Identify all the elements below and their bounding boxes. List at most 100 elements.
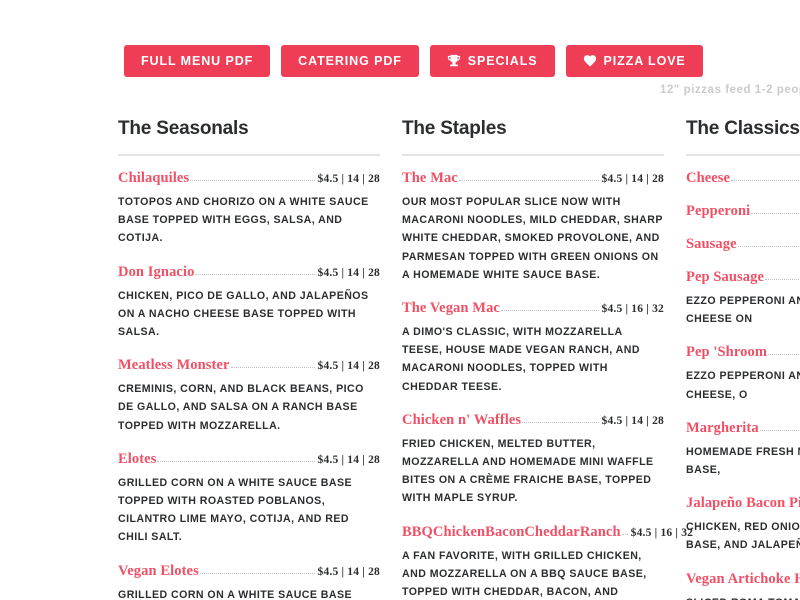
menu-item-name[interactable]: Don Ignacio bbox=[118, 264, 194, 281]
pizza-love-button[interactable]: Pizza Love bbox=[565, 45, 703, 77]
menu-item: Chicken n' Waffles $4.5 | 14 | 28 Fried ch… bbox=[402, 412, 664, 508]
menu-item-description: Grilled corn on a white sauce base toppe… bbox=[118, 476, 353, 544]
menu-item-header[interactable]: Pepperoni bbox=[686, 203, 800, 220]
menu-item-header[interactable]: Elotes $4.5 | 14 | 28 bbox=[118, 451, 380, 468]
menu-item: Don Ignacio $4.5 | 14 | 28 Chicken, pico d… bbox=[118, 264, 380, 342]
specials-button[interactable]: Specials bbox=[429, 45, 555, 77]
menu-item-header[interactable]: Chilaquiles $4.5 | 14 | 28 bbox=[118, 170, 380, 187]
menu-item-price: $4.5 | 16 | 32 bbox=[601, 302, 664, 315]
menu-item-header[interactable]: Jalapeño Bacon Pinea bbox=[686, 495, 800, 512]
menu-item: Cheese bbox=[686, 170, 800, 187]
column-divider bbox=[402, 153, 664, 156]
menu-item-price: $4.5 | 14 | 28 bbox=[317, 172, 380, 185]
menu-item: Meatless Monster $4.5 | 14 | 28 Creminis, … bbox=[118, 357, 380, 435]
menu-item-header[interactable]: Pep 'Shroom bbox=[686, 344, 800, 361]
menu-item: Pep Sausage Ezzo pepperoni and h mozzarel… bbox=[686, 269, 800, 328]
menu-item-name[interactable]: Elotes bbox=[118, 451, 156, 468]
column-divider bbox=[686, 153, 800, 156]
pizza-love-label: Pizza Love bbox=[603, 53, 686, 68]
menu-page: Full Menu PDF Catering PDF Specials Pizz… bbox=[0, 0, 800, 600]
menu-item-description: Totopos and chorizo on a white sauce bas… bbox=[118, 195, 369, 245]
dotted-leader bbox=[195, 273, 315, 275]
menu-item-name[interactable]: Vegan Elotes bbox=[118, 563, 199, 580]
menu-item: Sausage bbox=[686, 236, 800, 253]
menu-item-header[interactable]: Vegan Elotes $4.5 | 14 | 28 bbox=[118, 563, 380, 580]
heart-icon bbox=[583, 54, 597, 68]
column-title: The Staples bbox=[402, 118, 507, 139]
menu-item-price: $4.5 | 16 | 32 bbox=[630, 526, 694, 539]
dotted-leader bbox=[199, 572, 315, 574]
catering-pdf-label: Catering PDF bbox=[298, 53, 402, 68]
menu-item: Jalapeño Bacon Pinea Chicken, red onions,… bbox=[686, 495, 800, 554]
menu-item: Margherita Homemade fresh moz on a marina… bbox=[686, 420, 800, 479]
menu-item-price: $4.5 | 14 | 28 bbox=[601, 172, 664, 185]
menu-item-name[interactable]: Pepperoni bbox=[686, 203, 750, 220]
menu-item-header[interactable]: Don Ignacio $4.5 | 14 | 28 bbox=[118, 264, 380, 281]
full-menu-pdf-button[interactable]: Full Menu PDF bbox=[124, 45, 271, 77]
menu-column-the-seasonals: The Seasonals Chilaquiles $4.5 | 14 | 28 To… bbox=[118, 118, 380, 600]
dotted-leader bbox=[759, 429, 800, 431]
dotted-leader bbox=[458, 179, 599, 181]
menu-item-name[interactable]: Cheese bbox=[686, 170, 730, 187]
menu-columns: The Seasonals Chilaquiles $4.5 | 14 | 28 To… bbox=[118, 118, 800, 600]
dotted-leader bbox=[731, 179, 800, 181]
menu-item: Chilaquiles $4.5 | 14 | 28 Totopos and cho… bbox=[118, 170, 380, 248]
menu-item: Pepperoni bbox=[686, 203, 800, 220]
menu-item-name[interactable]: The Vegan Mac bbox=[402, 300, 500, 317]
menu-item-description: Grilled corn on a white sauce base toppe… bbox=[118, 588, 353, 600]
menu-item-name[interactable]: Margherita bbox=[686, 420, 759, 437]
column-divider bbox=[118, 153, 380, 156]
dotted-leader bbox=[157, 460, 315, 462]
dotted-leader bbox=[737, 245, 800, 247]
menu-item-price: $4.5 | 14 | 28 bbox=[317, 453, 380, 466]
menu-item-name[interactable]: Pep Sausage bbox=[686, 269, 764, 286]
column-title: The Seasonals bbox=[118, 118, 249, 139]
menu-item-price: $4.5 | 14 | 28 bbox=[601, 414, 664, 427]
menu-item: Vegan Artichoke Hea Sliced roma tomatoes bbox=[686, 571, 800, 600]
menu-column-the-staples: The Staples The Mac $4.5 | 14 | 28 Our most… bbox=[402, 118, 693, 600]
menu-item-header[interactable]: The Mac $4.5 | 14 | 28 bbox=[402, 170, 664, 187]
full-menu-pdf-label: Full Menu PDF bbox=[141, 53, 254, 68]
menu-item-name[interactable]: Jalapeño Bacon Pinea bbox=[686, 495, 800, 512]
menu-item-header[interactable]: Meatless Monster $4.5 | 14 | 28 bbox=[118, 357, 380, 374]
menu-item-header[interactable]: The Vegan Mac $4.5 | 16 | 32 bbox=[402, 300, 664, 317]
menu-item-price: $4.5 | 14 | 28 bbox=[317, 360, 380, 373]
menu-item-description: Chicken, red onions, on a marinara base,… bbox=[686, 521, 800, 552]
specials-label: Specials bbox=[467, 53, 538, 68]
menu-item-description: Homemade fresh moz on a marinara base, bbox=[686, 445, 800, 476]
dotted-leader bbox=[768, 353, 800, 356]
menu-item-description: A fan favorite, with grilled chicken, an… bbox=[402, 549, 647, 599]
menu-item-header[interactable]: Margherita bbox=[686, 420, 800, 437]
menu-item-name[interactable]: Sausage bbox=[686, 236, 737, 253]
menu-column-the-classics: The Classics Cheese Pepperoni Sausage Pep Sa… bbox=[686, 118, 800, 600]
dotted-leader bbox=[230, 366, 315, 369]
menu-item-description: Sliced roma tomatoes bbox=[686, 594, 800, 600]
menu-item-header[interactable]: Cheese bbox=[686, 170, 800, 187]
column-title: The Classics bbox=[686, 118, 800, 139]
menu-item-header[interactable]: Sausage bbox=[686, 236, 800, 253]
dotted-leader bbox=[500, 309, 599, 311]
menu-item: Elotes $4.5 | 14 | 28 Grilled corn on a wh… bbox=[118, 451, 380, 547]
menu-item-name[interactable]: BBQChickenBaconCheddarRanch bbox=[402, 524, 621, 541]
menu-item-name[interactable]: Vegan Artichoke Hea bbox=[686, 571, 800, 588]
menu-item-description: Ezzo pepperoni and c mozzarella cheese, … bbox=[686, 370, 800, 401]
menu-item-name[interactable]: The Mac bbox=[402, 170, 458, 187]
dotted-leader bbox=[190, 179, 315, 181]
menu-item-description: Creminis, corn, and black beans, pico de… bbox=[118, 383, 364, 432]
menu-item: Vegan Elotes $4.5 | 14 | 28 Grilled corn o… bbox=[118, 563, 380, 600]
menu-item-price: $4.5 | 14 | 28 bbox=[317, 266, 380, 279]
menu-item-description: A Dimo's classic, with mozzarella teese,… bbox=[402, 325, 640, 393]
dotted-leader bbox=[751, 212, 800, 214]
menu-item-name[interactable]: Chilaquiles bbox=[118, 170, 189, 187]
menu-item-description: Ezzo pepperoni and h mozzarella cheese o… bbox=[686, 294, 800, 326]
catering-pdf-button[interactable]: Catering PDF bbox=[281, 45, 419, 77]
menu-item-header[interactable]: BBQChickenBaconCheddarRanch $4.5 | 16 | 3… bbox=[402, 524, 693, 541]
menu-item-header[interactable]: Pep Sausage bbox=[686, 269, 800, 286]
menu-item-header[interactable]: Chicken n' Waffles $4.5 | 14 | 28 bbox=[402, 412, 664, 429]
menu-item-name[interactable]: Meatless Monster bbox=[118, 357, 230, 374]
menu-item-name[interactable]: Chicken n' Waffles bbox=[402, 412, 521, 429]
menu-item-header[interactable]: Vegan Artichoke Hea bbox=[686, 571, 800, 588]
menu-item-name[interactable]: Pep 'Shroom bbox=[686, 344, 767, 361]
menu-item-description: Our most popular slice now with macaroni… bbox=[402, 195, 663, 281]
menu-item: The Vegan Mac $4.5 | 16 | 32 A Dimo's clas… bbox=[402, 300, 664, 396]
